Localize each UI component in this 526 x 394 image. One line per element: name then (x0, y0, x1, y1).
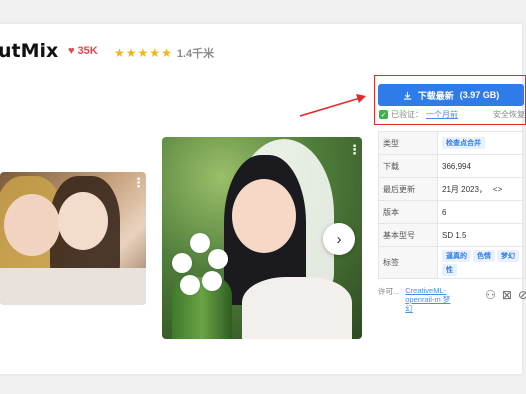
detail-key: 最后更新 (378, 177, 438, 201)
version-nav[interactable]: <> (493, 185, 502, 194)
table-row: 标签 逼真的 色情 梦幻性 (378, 246, 526, 279)
license-row: 许可... CreativeML-openrail-m 梦幻 ⚇ ⊠ ⊘ (378, 286, 526, 313)
license-link[interactable]: CreativeML-openrail-m 梦幻 (405, 286, 453, 313)
tag-chip[interactable]: 逼真的 (442, 249, 471, 262)
likes-count: 35K (77, 45, 98, 57)
next-image-button[interactable]: › (323, 223, 355, 255)
star-icon: ★ (114, 46, 125, 60)
download-size: (3.97 GB) (459, 90, 500, 100)
tag-chip[interactable]: 性 (442, 263, 457, 276)
more-vertical-icon[interactable]: ⋮ (132, 176, 145, 189)
star-icon: ★ (125, 46, 137, 60)
gallery-image-previous[interactable] (0, 172, 146, 305)
table-row: 基本型号 SD 1.5 (378, 223, 526, 247)
verified-label: 已验证： (391, 110, 423, 119)
detail-value: 366,994 (437, 154, 526, 178)
model-title: utMix (0, 40, 59, 62)
type-tag[interactable]: 检查点合并 (442, 137, 485, 149)
heart-icon: ♥ (68, 45, 75, 57)
table-row: 最后更新 21月 2023， <> (378, 177, 526, 201)
check-icon: ✓ (379, 110, 388, 119)
detail-key: 基本型号 (378, 223, 438, 247)
chevron-right-icon: › (336, 230, 342, 248)
table-row: 版本 6 (378, 200, 526, 224)
model-details-table: 类型 检查点合并 下载 366,994 最后更新 21月 2023， <> 版本 … (378, 131, 526, 279)
table-row: 类型 检查点合并 (378, 131, 526, 155)
star-icon: ★ (161, 46, 172, 60)
last-updated-value: 21月 2023， (442, 184, 487, 194)
detail-key: 类型 (378, 131, 438, 155)
likes-badge[interactable]: ♥ 35K (68, 45, 98, 57)
rating-value: 1.4千米 (176, 48, 215, 60)
download-icon (403, 91, 411, 100)
more-vertical-icon[interactable]: ⋮ (348, 143, 361, 156)
detail-value: 逼真的 色情 梦幻性 (437, 246, 526, 279)
user-check-icon[interactable]: ⚇ (485, 288, 496, 313)
detail-value: SD 1.5 (437, 223, 526, 247)
star-icon: ★ (137, 46, 149, 60)
annotation-arrow (299, 94, 366, 117)
image-off-icon[interactable]: ⊠ (502, 288, 512, 313)
detail-value: 21月 2023， <> (437, 177, 526, 201)
detail-value: 6 (437, 200, 526, 224)
detail-key: 标签 (378, 246, 438, 279)
safe-restore-link[interactable]: 安全恢复 (493, 109, 525, 120)
detail-key: 下载 (378, 154, 438, 178)
download-label: 下载最新 (417, 90, 454, 101)
table-row: 下载 366,994 (378, 154, 526, 178)
verified-time-link[interactable]: 一个月前 (426, 109, 458, 120)
verification-row: ✓ 已验证： 一个月前 安全恢复 (379, 109, 525, 120)
download-button[interactable]: 下载最新 (3.97 GB) (378, 84, 524, 106)
star-icon: ★ (149, 46, 161, 60)
commercial-icon[interactable]: ⊘ (518, 288, 526, 313)
rating[interactable]: ★ ★ ★ ★ ★ 1.4千米 (114, 45, 214, 61)
detail-key: 版本 (378, 200, 438, 224)
license-label: 许可... (378, 287, 400, 296)
tag-chip[interactable]: 色情 (473, 249, 495, 262)
detail-value: 检查点合并 (437, 131, 526, 155)
tag-chip[interactable]: 梦幻 (497, 249, 519, 262)
